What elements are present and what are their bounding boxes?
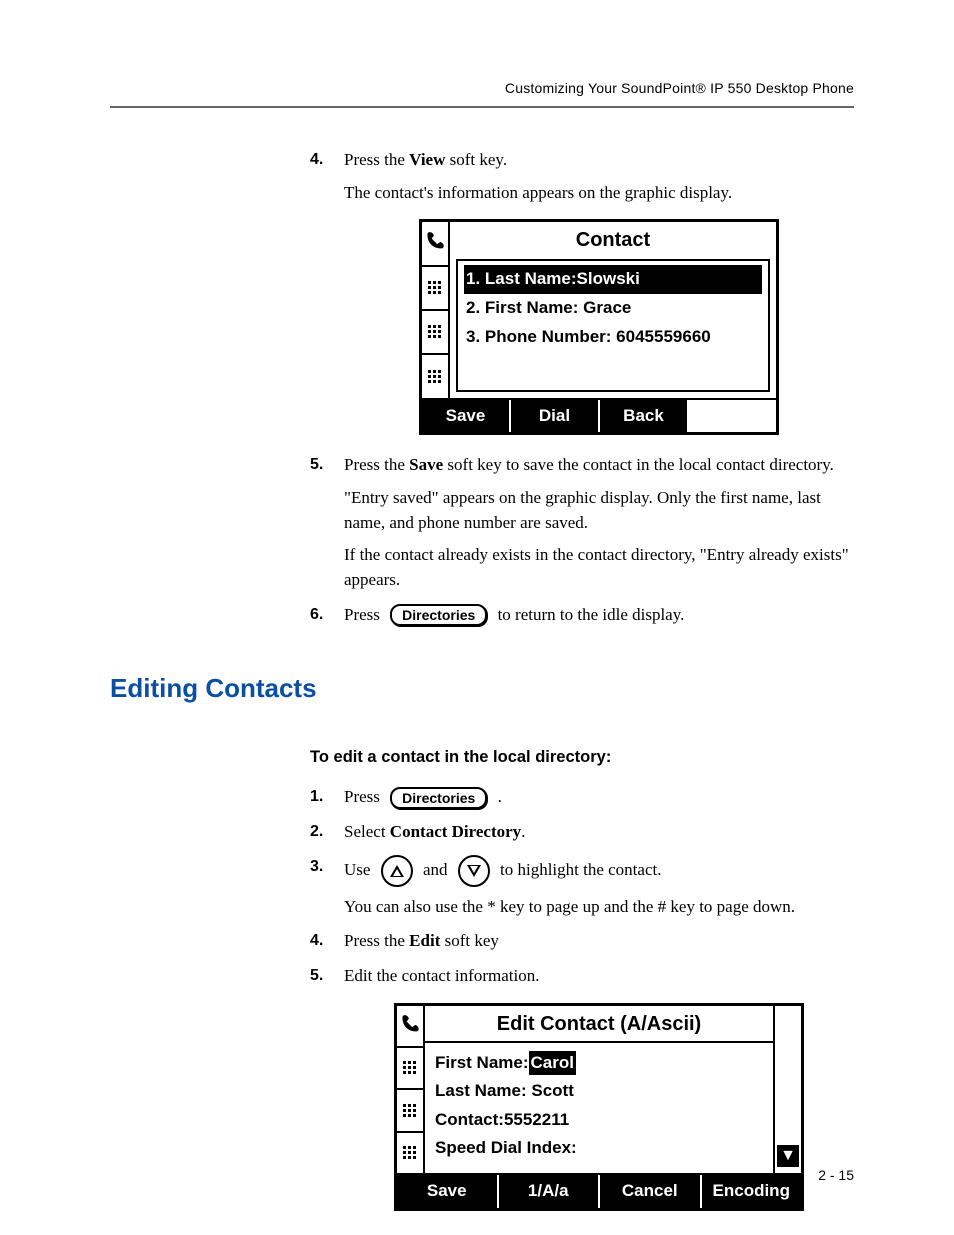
lcd-row: Contact:5552211 [433, 1106, 765, 1135]
step-5: 5. Press the Save soft key to save the c… [310, 453, 854, 592]
step-b2-text: Select Contact Directory. [344, 822, 525, 841]
lcd-contact-view: Contact 1. Last Name:Slowski 2. First Na… [419, 219, 779, 435]
softkey-mode[interactable]: 1/A/a [499, 1175, 601, 1208]
step-4-desc: The contact's information appears on the… [344, 181, 854, 206]
step-b5-text: Edit the contact information. [344, 966, 539, 985]
subheading-edit-contact: To edit a contact in the local directory… [310, 748, 854, 767]
softkey-save[interactable]: Save [397, 1175, 499, 1208]
lcd-right-sidebar: ▼ [773, 1006, 801, 1174]
steps-list-a: 4. Press the View soft key. The contact'… [310, 148, 854, 627]
step-number: 5. [310, 453, 323, 476]
step-number: 6. [310, 603, 323, 626]
keypad-icon [422, 267, 448, 311]
step-b2: 2. Select Contact Directory. [310, 820, 854, 845]
step-5-desc1: "Entry saved" appears on the graphic dis… [344, 486, 854, 535]
softkey-back[interactable]: Back [600, 400, 689, 433]
lcd-row: Last Name: Scott [433, 1077, 765, 1106]
keypad-icon [397, 1090, 423, 1132]
step-4-text: Press the View soft key. [344, 150, 507, 169]
lcd-row: 2. First Name: Grace [464, 294, 762, 323]
keypad-icon [422, 355, 448, 397]
step-5-text: Press the Save soft key to save the cont… [344, 455, 834, 474]
lcd-body: 1. Last Name:Slowski 2. First Name: Grac… [456, 259, 770, 392]
step-number: 3. [310, 855, 323, 878]
step-number: 5. [310, 964, 323, 987]
up-arrow-key[interactable] [381, 855, 413, 887]
step-5-desc2: If the contact already exists in the con… [344, 543, 854, 592]
header-rule [110, 106, 854, 108]
lcd-left-sidebar [397, 1006, 425, 1174]
softkey-encoding[interactable]: Encoding [702, 1175, 802, 1208]
lcd-title: Edit Contact (A/Ascii) [425, 1006, 773, 1041]
keypad-icon [397, 1133, 423, 1173]
directories-key[interactable]: Directories [390, 604, 487, 626]
step-number: 4. [310, 148, 323, 171]
lcd-row: 3. Phone Number: 6045559660 [464, 323, 762, 352]
keypad-icon [422, 311, 448, 355]
lcd-left-sidebar [422, 222, 450, 398]
section-heading-editing-contacts: Editing Contacts [110, 673, 854, 704]
step-b5: 5. Edit the contact information. [310, 964, 854, 1211]
directories-key[interactable]: Directories [390, 787, 487, 809]
step-b1: 1. Press Directories . [310, 785, 854, 810]
lcd-edit-contact: Edit Contact (A/Ascii) First Name:Carol … [394, 1003, 804, 1211]
softkey-dial[interactable]: Dial [511, 400, 600, 433]
steps-list-b: 1. Press Directories . 2. Select Contact… [310, 785, 854, 1210]
lcd-row-selected: 1. Last Name:Slowski [464, 265, 762, 294]
step-number: 1. [310, 785, 323, 808]
scroll-down-icon[interactable]: ▼ [777, 1145, 799, 1167]
lcd-softkeys: Save 1/A/a Cancel Encoding [397, 1173, 801, 1208]
running-head: Customizing Your SoundPoint® IP 550 Desk… [110, 80, 854, 96]
lcd-body: First Name:Carol Last Name: Scott Contac… [425, 1041, 773, 1174]
down-arrow-key[interactable] [458, 855, 490, 887]
triangle-up-icon [390, 865, 404, 877]
step-b1-text: Press Directories . [344, 785, 854, 810]
softkey-cancel[interactable]: Cancel [600, 1175, 702, 1208]
step-b4: 4. Press the Edit soft key [310, 929, 854, 954]
lcd-softkeys: Save Dial Back [422, 398, 776, 433]
lcd-row-firstname: First Name:Carol [433, 1049, 765, 1078]
softkey-save[interactable]: Save [422, 400, 511, 433]
step-6-text: Press Directories to return to the idle … [344, 603, 854, 628]
step-b3-text: Use and to highlight the contact. [344, 855, 854, 887]
lcd-row: Speed Dial Index: [433, 1134, 765, 1163]
step-6: 6. Press Directories to return to the id… [310, 603, 854, 628]
lcd-title: Contact [450, 222, 776, 257]
triangle-down-icon [467, 865, 481, 877]
lcd-input-selected[interactable]: Carol [529, 1051, 576, 1076]
step-b3: 3. Use and to highlight the contact. You… [310, 855, 854, 920]
softkey-blank [689, 400, 776, 433]
page-number: 2 - 15 [818, 1167, 854, 1183]
phone-icon [397, 1006, 423, 1048]
step-4: 4. Press the View soft key. The contact'… [310, 148, 854, 435]
step-number: 2. [310, 820, 323, 843]
step-number: 4. [310, 929, 323, 952]
step-b3-desc: You can also use the * key to page up an… [344, 895, 854, 920]
phone-icon [422, 222, 448, 266]
keypad-icon [397, 1048, 423, 1090]
step-b4-text: Press the Edit soft key [344, 931, 499, 950]
